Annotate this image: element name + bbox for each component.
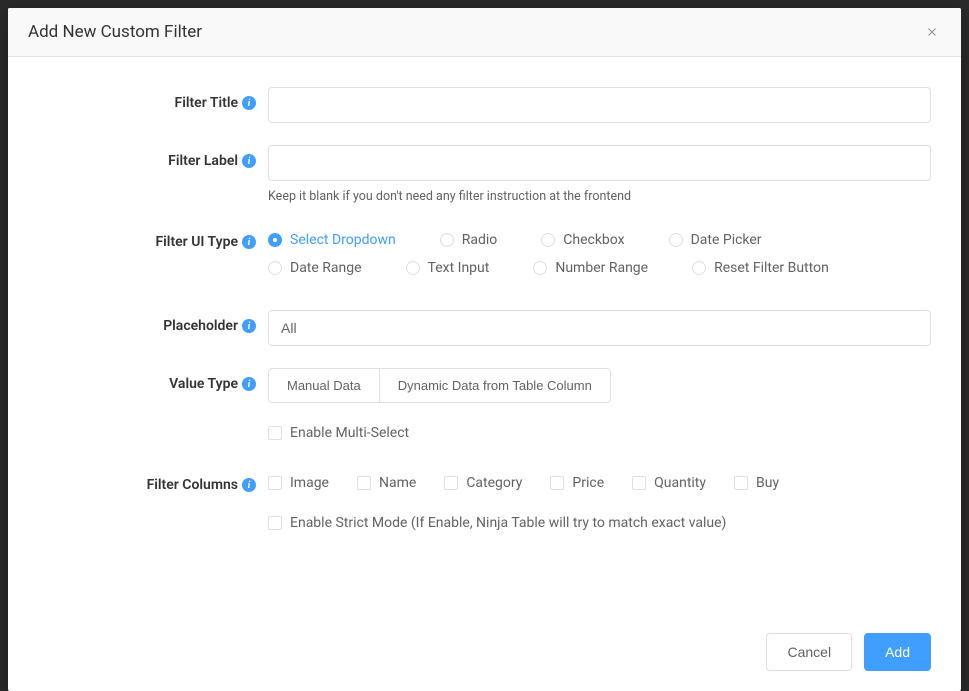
radio-icon [268,233,282,247]
radio-number-range[interactable]: Number Range [533,260,648,276]
modal-header: Add New Custom Filter [8,8,961,57]
checkbox-label-text: Enable Strict Mode (If Enable, Ninja Tab… [290,515,726,531]
label-filter-label: Filter Label i [38,145,268,169]
modal-body: Filter Title i Filter Label i Keep it bl… [8,57,961,617]
row-value-type: Value Type i Manual Data Dynamic Data fr… [38,368,931,403]
checkbox-icon [444,476,458,490]
label-filter-columns-text: Filter Columns [147,477,238,493]
radio-icon [440,233,454,247]
checkbox-column-price[interactable]: Price [550,475,604,491]
seg-dynamic-data[interactable]: Dynamic Data from Table Column [380,368,611,403]
filter-label-hint: Keep it blank if you don't need any filt… [268,189,931,204]
radio-icon [406,261,420,275]
row-filter-label: Filter Label i Keep it blank if you don'… [38,145,931,204]
radio-label-text: Text Input [428,260,490,276]
filter-title-input[interactable] [268,87,931,123]
info-icon[interactable]: i [242,478,256,492]
radio-label-text: Date Picker [691,232,762,248]
radio-label-text: Date Range [290,260,362,276]
radio-reset-filter-button[interactable]: Reset Filter Button [692,260,829,276]
radio-icon [669,233,683,247]
label-value-type: Value Type i [38,368,268,392]
checkbox-label-text: Enable Multi-Select [290,425,409,441]
close-icon [925,25,939,39]
radio-label-text: Select Dropdown [290,232,396,248]
modal-footer: Cancel Add [8,617,961,691]
radio-label-text: Reset Filter Button [714,260,829,276]
checkbox-icon [734,476,748,490]
modal-title: Add New Custom Filter [28,22,202,42]
checkbox-icon [357,476,371,490]
info-icon[interactable]: i [242,377,256,391]
checkbox-icon [268,476,282,490]
ui-type-radio-group: Select Dropdown Radio Checkbox Date Pick… [268,226,931,288]
checkbox-icon [268,516,282,530]
cancel-button[interactable]: Cancel [766,633,852,671]
info-icon[interactable]: i [242,235,256,249]
close-button[interactable] [923,23,941,41]
filter-label-input[interactable] [268,145,931,181]
radio-icon [268,261,282,275]
checkbox-icon [632,476,646,490]
value-type-segment: Manual Data Dynamic Data from Table Colu… [268,368,931,403]
label-placeholder-text: Placeholder [163,318,238,334]
label-value-type-text: Value Type [169,376,238,392]
label-filter-ui-type: Filter UI Type i [38,226,268,250]
label-filter-label-text: Filter Label [168,153,238,169]
checkbox-icon [550,476,564,490]
checkbox-icon [268,426,282,440]
radio-select-dropdown[interactable]: Select Dropdown [268,232,396,248]
checkbox-label-text: Category [466,475,522,491]
radio-date-range[interactable]: Date Range [268,260,362,276]
info-icon[interactable]: i [242,319,256,333]
seg-manual-data[interactable]: Manual Data [268,368,380,403]
radio-text-input[interactable]: Text Input [406,260,490,276]
checkbox-column-category[interactable]: Category [444,475,522,491]
radio-label-text: Number Range [555,260,648,276]
radio-icon [541,233,555,247]
add-button[interactable]: Add [864,633,931,671]
checkbox-label-text: Quantity [654,475,706,491]
label-filter-columns: Filter Columns i [38,469,268,493]
radio-date-picker[interactable]: Date Picker [669,232,762,248]
checkbox-label-text: Price [572,475,604,491]
row-filter-ui-type: Filter UI Type i Select Dropdown Radio [38,226,931,288]
info-icon[interactable]: i [242,96,256,110]
row-filter-title: Filter Title i [38,87,931,123]
radio-label-text: Radio [462,232,498,248]
checkbox-column-image[interactable]: Image [268,475,329,491]
checkbox-label-text: Buy [756,475,779,491]
modal-add-custom-filter: Add New Custom Filter Filter Title i Fil… [8,8,961,691]
row-filter-columns: Filter Columns i Image Name Category [38,469,931,493]
checkbox-enable-multi-select[interactable]: Enable Multi-Select [268,425,931,441]
checkbox-column-name[interactable]: Name [357,475,416,491]
radio-icon [692,261,706,275]
label-filter-title: Filter Title i [38,87,268,111]
row-placeholder: Placeholder i [38,310,931,346]
checkbox-column-buy[interactable]: Buy [734,475,779,491]
filter-columns-group: Image Name Category Price [268,469,931,491]
checkbox-enable-strict-mode[interactable]: Enable Strict Mode (If Enable, Ninja Tab… [268,515,931,531]
info-icon[interactable]: i [242,154,256,168]
checkbox-label-text: Name [379,475,416,491]
radio-icon [533,261,547,275]
checkbox-label-text: Image [290,475,329,491]
label-placeholder: Placeholder i [38,310,268,334]
label-filter-ui-type-text: Filter UI Type [155,234,238,250]
placeholder-input[interactable] [268,310,931,346]
radio-label-text: Checkbox [563,232,624,248]
checkbox-column-quantity[interactable]: Quantity [632,475,706,491]
label-filter-title-text: Filter Title [175,95,239,111]
radio-checkbox[interactable]: Checkbox [541,232,624,248]
radio-radio[interactable]: Radio [440,232,498,248]
